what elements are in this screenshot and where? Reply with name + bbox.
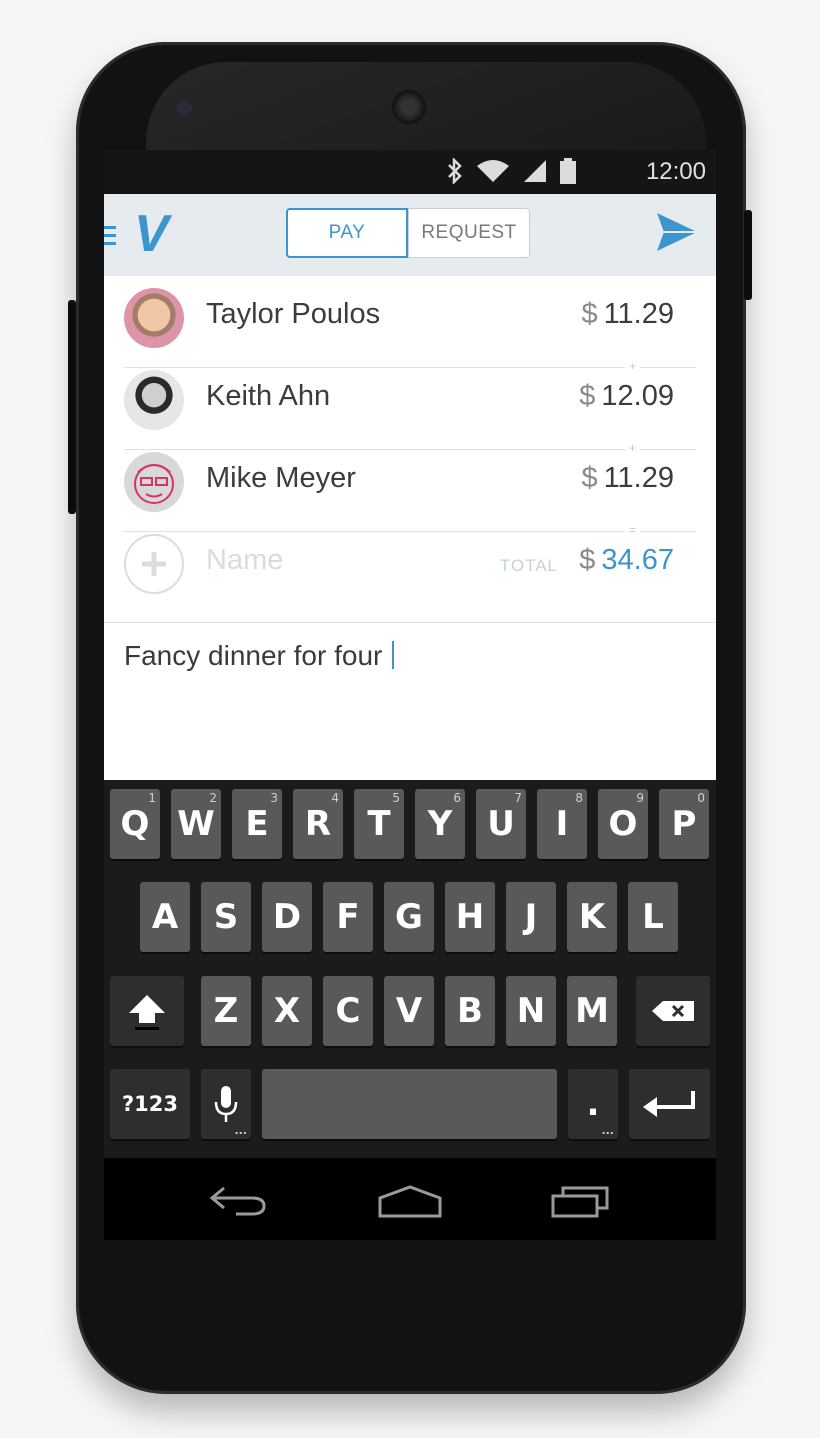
symbols-key[interactable]: ?123 — [110, 1069, 190, 1139]
speaker-grille — [392, 90, 426, 124]
app-bar: V PAY REQUEST — [104, 194, 716, 276]
power-button — [744, 210, 752, 300]
key-t[interactable]: T5 — [354, 789, 404, 859]
recipient-name: Mike Meyer — [206, 462, 356, 494]
period-key[interactable]: . ... — [568, 1069, 618, 1139]
avatar — [124, 452, 184, 512]
divider — [104, 622, 716, 623]
currency-symbol: $ — [579, 380, 596, 412]
back-icon[interactable] — [208, 1182, 268, 1218]
amount-value: 11.29 — [603, 462, 674, 494]
avatar — [124, 288, 184, 348]
plus-icon — [142, 552, 166, 576]
signal-icon — [524, 160, 546, 182]
total-value: 34.67 — [601, 544, 674, 576]
key-n[interactable]: N — [506, 976, 556, 1046]
key-f[interactable]: F — [323, 882, 373, 952]
proximity-sensor-icon — [616, 100, 630, 114]
key-o[interactable]: O9 — [598, 789, 648, 859]
navigation-bar — [104, 1158, 716, 1240]
recipient-name: Taylor Poulos — [206, 298, 381, 330]
key-j[interactable]: J — [506, 882, 556, 952]
key-k[interactable]: K — [567, 882, 617, 952]
keyboard: Q1 W2 E3 R4 T5 Y6 U7 I8 O9 P0 A S D F G … — [104, 780, 716, 1158]
total-label: TOTAL — [499, 556, 558, 575]
enter-key[interactable] — [629, 1069, 710, 1139]
recipient-amount[interactable]: $11.29 — [581, 298, 674, 331]
add-recipient-button[interactable] — [124, 534, 184, 594]
pay-request-toggle: PAY REQUEST — [286, 208, 530, 258]
status-time: 12:00 — [645, 158, 706, 185]
currency-symbol: $ — [581, 298, 598, 330]
key-z[interactable]: Z — [201, 976, 251, 1046]
space-bar[interactable] — [262, 1069, 557, 1139]
battery-icon — [560, 158, 576, 184]
recipient-row[interactable]: Taylor Poulos $11.29 — [104, 276, 716, 358]
total-amount: $34.67 — [579, 544, 674, 577]
amount-value: 11.29 — [603, 298, 674, 330]
wifi-icon — [477, 160, 509, 182]
key-h[interactable]: H — [445, 882, 495, 952]
shift-arrow-icon — [129, 995, 165, 1030]
recent-apps-icon[interactable] — [550, 1184, 612, 1218]
recipient-amount[interactable]: $12.09 — [579, 380, 674, 413]
recipient-row[interactable]: Keith Ahn $12.09 — [104, 358, 716, 440]
venmo-logo: V — [134, 205, 169, 263]
key-e[interactable]: E3 — [232, 789, 282, 859]
key-c[interactable]: C — [323, 976, 373, 1046]
more-options-dots: ... — [234, 1124, 247, 1137]
enter-arrow-icon — [642, 1091, 695, 1117]
cartoon-face-icon — [134, 464, 174, 504]
key-v[interactable]: V — [384, 976, 434, 1046]
screen: 12:00 V PAY REQUEST Taylor Poulos $11.29… — [104, 150, 716, 1240]
amount-value: 12.09 — [601, 380, 674, 412]
recipient-amount[interactable]: $11.29 — [581, 462, 674, 495]
key-r[interactable]: R4 — [293, 789, 343, 859]
key-u[interactable]: U7 — [476, 789, 526, 859]
more-options-dots: ... — [601, 1124, 614, 1137]
microphone-icon — [214, 1086, 238, 1122]
shift-key[interactable] — [110, 976, 184, 1046]
key-m[interactable]: M — [567, 976, 617, 1046]
backspace-key[interactable] — [636, 976, 710, 1046]
front-camera-icon — [176, 100, 192, 116]
avatar — [124, 370, 184, 430]
currency-symbol: $ — [579, 544, 596, 576]
key-w[interactable]: W2 — [171, 789, 221, 859]
key-p[interactable]: P0 — [659, 789, 709, 859]
add-recipient-row: Name TOTAL $34.67 — [104, 522, 716, 604]
status-bar: 12:00 — [104, 150, 716, 194]
menu-icon[interactable] — [104, 226, 116, 250]
key-s[interactable]: S — [201, 882, 251, 952]
recipient-row[interactable]: Mike Meyer $11.29 — [104, 440, 716, 522]
bluetooth-icon — [448, 158, 462, 184]
recipient-name: Keith Ahn — [206, 380, 331, 412]
note-input[interactable]: Fancy dinner for four — [124, 640, 395, 672]
backspace-icon — [652, 1001, 694, 1021]
currency-symbol: $ — [581, 462, 598, 494]
name-input[interactable]: Name — [206, 544, 283, 577]
tab-pay[interactable]: PAY — [286, 208, 408, 258]
volume-button — [68, 300, 76, 514]
key-q[interactable]: Q1 — [110, 789, 160, 859]
key-l[interactable]: L — [628, 882, 678, 952]
send-icon[interactable] — [656, 212, 698, 252]
key-a[interactable]: A — [140, 882, 190, 952]
text-cursor — [392, 641, 395, 669]
payment-form: Taylor Poulos $11.29 + Keith Ahn $12.09 … — [104, 276, 716, 780]
home-icon[interactable] — [378, 1184, 442, 1218]
key-d[interactable]: D — [262, 882, 312, 952]
key-g[interactable]: G — [384, 882, 434, 952]
voice-input-key[interactable]: ... — [201, 1069, 251, 1139]
note-text: Fancy dinner for four — [124, 640, 383, 671]
light-sensor-icon — [642, 103, 650, 111]
key-b[interactable]: B — [445, 976, 495, 1046]
key-x[interactable]: X — [262, 976, 312, 1046]
key-y[interactable]: Y6 — [415, 789, 465, 859]
tab-request[interactable]: REQUEST — [408, 208, 530, 258]
key-i[interactable]: I8 — [537, 789, 587, 859]
